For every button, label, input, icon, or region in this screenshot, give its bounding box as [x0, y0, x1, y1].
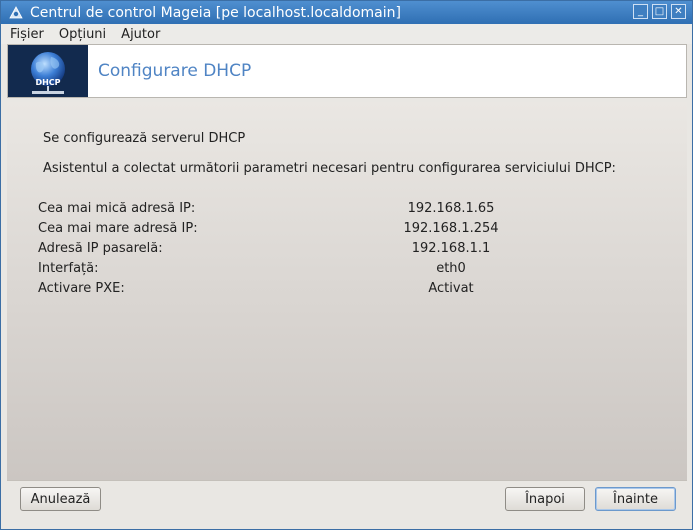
- close-button[interactable]: ✕: [671, 4, 686, 19]
- menu-file[interactable]: Fișier: [10, 27, 44, 42]
- param-label: Adresă IP pasarelă:: [38, 241, 163, 256]
- menu-help[interactable]: Ajutor: [121, 27, 160, 42]
- window-title: Centrul de control Mageia [pe localhost.…: [30, 4, 401, 21]
- status-heading: Se configurează serverul DHCP: [43, 131, 246, 146]
- back-button[interactable]: Înapoi: [505, 487, 585, 511]
- param-label: Activare PXE:: [38, 281, 125, 296]
- dhcp-globe-icon: DHCP: [8, 45, 88, 97]
- wizard-banner: DHCP Configurare DHCP: [7, 44, 687, 98]
- param-value: Activat: [428, 281, 474, 296]
- param-value: eth0: [436, 261, 466, 276]
- param-label: Cea mai mică adresă IP:: [38, 201, 196, 216]
- param-value: 192.168.1.254: [403, 221, 499, 236]
- cancel-button[interactable]: Anulează: [20, 487, 101, 511]
- minimize-button[interactable]: _: [633, 4, 648, 19]
- param-row-interface: Interfață: eth0: [38, 261, 678, 281]
- param-value: 192.168.1.65: [407, 201, 495, 216]
- next-button[interactable]: Înainte: [595, 487, 676, 511]
- dhcp-logo-text: DHCP: [35, 78, 60, 87]
- wizard-content: Se configurează serverul DHCP Asistentul…: [7, 102, 687, 481]
- maximize-button[interactable]: □: [652, 4, 667, 19]
- param-value: 192.168.1.1: [411, 241, 491, 256]
- param-row-gateway: Adresă IP pasarelă: 192.168.1.1: [38, 241, 678, 261]
- dhcp-wizard-window: Centrul de control Mageia [pe localhost.…: [0, 0, 693, 530]
- menu-bar: Fișier Opțiuni Ajutor: [1, 24, 692, 44]
- menu-options[interactable]: Opțiuni: [59, 27, 106, 42]
- page-title: Configurare DHCP: [98, 61, 252, 81]
- param-row-pxe: Activare PXE: Activat: [38, 281, 678, 301]
- param-row-lowest-ip: Cea mai mică adresă IP: 192.168.1.65: [38, 201, 678, 221]
- parameter-list: Cea mai mică adresă IP: 192.168.1.65 Cea…: [38, 201, 678, 301]
- mageia-app-icon: [8, 5, 24, 21]
- param-label: Cea mai mare adresă IP:: [38, 221, 198, 236]
- intro-text: Asistentul a colectat următorii parametr…: [43, 161, 616, 176]
- param-row-highest-ip: Cea mai mare adresă IP: 192.168.1.254: [38, 221, 678, 241]
- param-label: Interfață:: [38, 261, 99, 276]
- title-bar[interactable]: Centrul de control Mageia [pe localhost.…: [1, 1, 692, 24]
